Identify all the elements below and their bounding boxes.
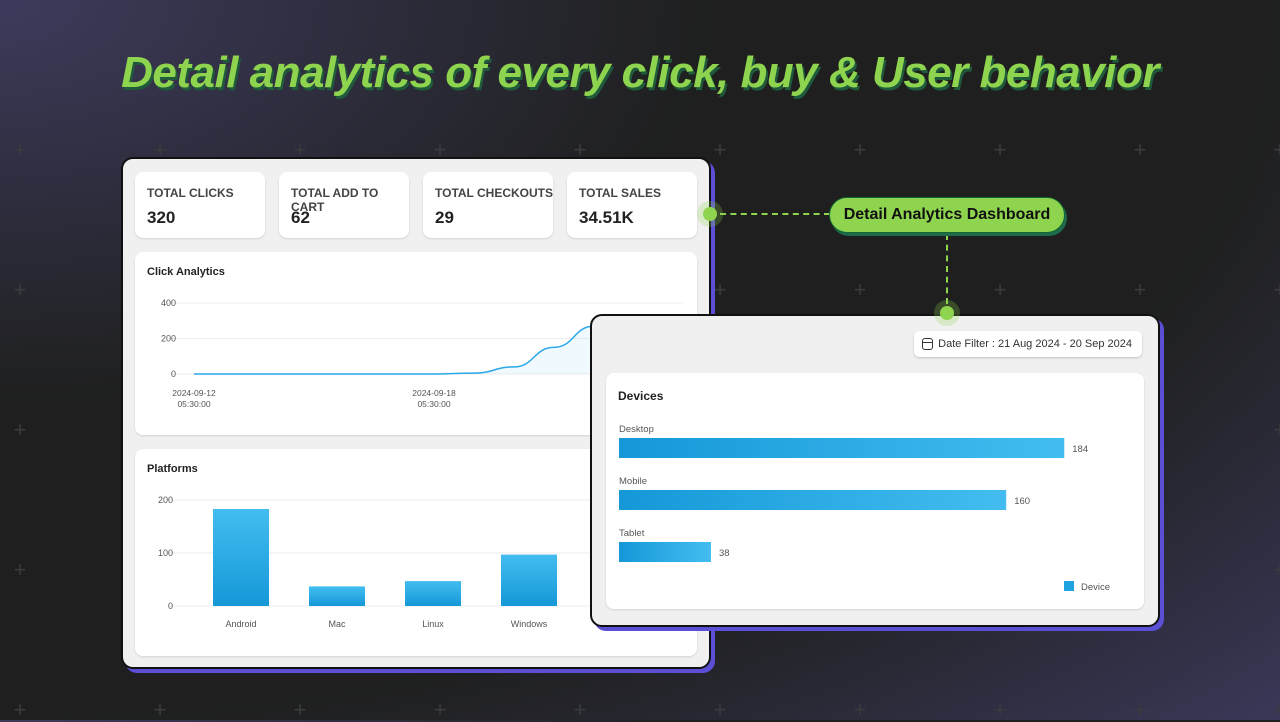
plus-decoration: +: [153, 697, 167, 722]
platform-bar-windows: [501, 554, 557, 606]
plus-decoration: +: [993, 697, 1007, 722]
y-tick-label: 400: [161, 298, 176, 308]
stat-value: 320: [147, 208, 176, 227]
category-label: Tablet: [619, 528, 645, 539]
devices-panel: Date Filter : 21 Aug 2024 - 20 Sep 2024 …: [590, 314, 1160, 627]
stat-label: TOTAL SALES: [579, 186, 662, 200]
stat-label: TOTAL CHECKOUTS: [435, 186, 554, 200]
data-label: 160: [1014, 496, 1030, 507]
stat-card: TOTAL CHECKOUTS 29: [423, 172, 553, 238]
plus-decoration: +: [993, 137, 1007, 162]
y-tick-label: 200: [158, 495, 173, 505]
stat-value: 62: [291, 208, 310, 227]
plus-decoration: +: [713, 137, 727, 162]
plus-decoration: +: [13, 557, 27, 582]
plus-decoration: +: [1133, 697, 1147, 722]
plus-decoration: +: [713, 697, 727, 722]
legend-label: Device: [1081, 582, 1110, 593]
plus-decoration: +: [1133, 137, 1147, 162]
plus-decoration: +: [713, 277, 727, 302]
connector-line: [720, 213, 830, 215]
legend-swatch: [1064, 581, 1074, 591]
plus-decoration: +: [993, 277, 1007, 302]
y-tick-label: 0: [171, 369, 176, 379]
devices-chart: Desktop 184 Mobile 160 Tablet 38 Device: [619, 424, 1110, 593]
stat-label: TOTAL CLICKS: [147, 186, 234, 200]
plus-decoration: +: [1133, 277, 1147, 302]
stat-card: TOTAL SALES 34.51K: [567, 172, 697, 238]
plus-decoration: +: [853, 697, 867, 722]
plus-decoration: +: [1273, 557, 1280, 582]
stat-card: TOTAL ADD TO CART 62: [279, 172, 409, 238]
y-tick-label: 100: [158, 548, 173, 558]
plus-decoration: +: [573, 697, 587, 722]
plus-decoration: +: [13, 417, 27, 442]
stat-value: 29: [435, 208, 454, 227]
date-filter-button[interactable]: Date Filter : 21 Aug 2024 - 20 Sep 2024: [914, 331, 1142, 357]
plus-decoration: +: [13, 137, 27, 162]
x-tick-label: 2024-09-12: [172, 388, 216, 398]
x-tick-label: 05:30:00: [417, 399, 450, 409]
plus-decoration: +: [1273, 697, 1280, 722]
connector-dot: [934, 300, 960, 326]
category-label: Mobile: [619, 476, 647, 487]
plus-decoration: +: [1273, 277, 1280, 302]
plus-decoration: +: [13, 697, 27, 722]
platform-bar-android: [213, 509, 269, 606]
plus-decoration: +: [1273, 417, 1280, 442]
stat-card: TOTAL CLICKS 320: [135, 172, 265, 238]
data-label: 184: [1072, 444, 1088, 455]
connector-line: [946, 234, 948, 304]
x-tick-label: 05:30:00: [177, 399, 210, 409]
device-bar-mobile: [619, 490, 1007, 510]
y-tick-label: 0: [168, 601, 173, 611]
plus-decoration: +: [433, 697, 447, 722]
headline: Detail analytics of every click, buy & U…: [121, 48, 1159, 97]
device-bar-desktop: [619, 438, 1065, 458]
device-bar-tablet: [619, 542, 711, 562]
x-tick-label: Windows: [511, 619, 548, 629]
plus-decoration: +: [13, 277, 27, 302]
stat-value: 34.51K: [579, 208, 634, 227]
platform-bar-linux: [405, 581, 461, 606]
x-tick-label: Linux: [422, 619, 444, 629]
calendar-icon: [922, 338, 934, 350]
plus-decoration: +: [853, 277, 867, 302]
plus-decoration: +: [293, 697, 307, 722]
y-tick-label: 200: [161, 334, 176, 344]
x-tick-label: Android: [225, 619, 256, 629]
plus-decoration: +: [853, 137, 867, 162]
x-tick-label: Mac: [328, 619, 346, 629]
connector-dot: [697, 201, 723, 227]
x-tick-label: 2024-09-18: [412, 388, 456, 398]
devices-card: Devices Desktop 184 Mobile 160 Tablet 38 Devic…: [606, 373, 1144, 609]
callout-label: Detail Analytics Dashboard: [829, 197, 1065, 233]
date-filter-label: Date Filter : 21 Aug 2024 - 20 Sep 2024: [938, 338, 1132, 350]
category-label: Desktop: [619, 424, 654, 435]
data-label: 38: [719, 548, 730, 559]
line-area: [194, 326, 594, 374]
platform-bar-mac: [309, 586, 365, 606]
plus-decoration: +: [1273, 137, 1280, 162]
